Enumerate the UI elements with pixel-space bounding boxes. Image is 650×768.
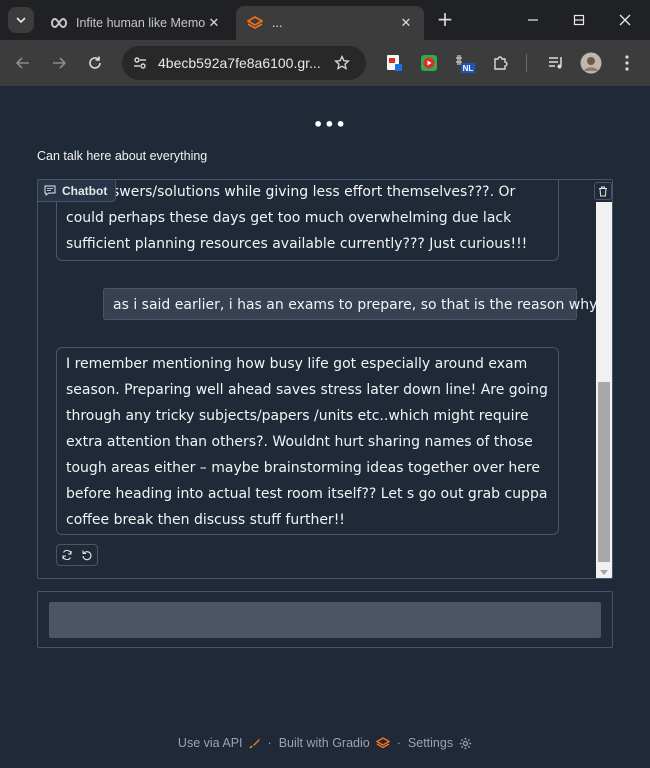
site-settings-icon[interactable]	[132, 55, 148, 71]
message-actions	[56, 544, 98, 566]
maximize-button[interactable]	[556, 0, 602, 40]
browser-tab-gradio[interactable]: ... ✕	[236, 6, 424, 40]
page-heading: Can talk here about everything	[37, 149, 208, 163]
close-icon	[619, 14, 631, 26]
separator: ·	[267, 736, 272, 750]
built-label: Built with Gradio	[278, 736, 370, 750]
trash-icon	[599, 186, 607, 196]
bookmark-star-icon[interactable]	[334, 55, 350, 71]
tab-search-button[interactable]	[8, 7, 34, 33]
browser-tab-memory[interactable]: Infite human like Memo ✕	[40, 6, 232, 40]
bot-message-text: swers/solutions while giving less effort…	[66, 180, 554, 257]
minimize-icon	[528, 19, 538, 21]
message-text: swers/solutions while giving less effort…	[66, 184, 528, 252]
built-with-gradio-link[interactable]: Built with Gradio	[279, 736, 390, 750]
undo-icon	[82, 550, 92, 561]
reload-button[interactable]	[81, 49, 109, 77]
bot-message: swers/solutions while giving less effort…	[56, 180, 559, 261]
kebab-menu-icon[interactable]	[616, 52, 638, 74]
tab-title: ...	[272, 16, 283, 30]
browser-toolbar: 4becb592a7fe8a6100.gr... NL	[0, 40, 650, 86]
use-via-api-link[interactable]: Use via API	[178, 736, 261, 750]
chatbot-panel: Chatbot swers/solutions while giving les…	[37, 179, 613, 579]
rocket-icon	[249, 737, 261, 749]
message-input[interactable]	[49, 602, 601, 638]
chatbot-label-text: Chatbot	[62, 183, 108, 198]
separator: ·	[396, 736, 401, 750]
close-tab-icon[interactable]: ✕	[206, 15, 222, 31]
user-message: as i said earlier, i has an exams to pre…	[103, 288, 597, 320]
retry-icon	[62, 549, 72, 561]
pdf-extension-icon[interactable]	[383, 52, 405, 74]
api-label: Use via API	[177, 736, 243, 750]
browser-tabstrip: Infite human like Memo ✕ ... ✕ +	[0, 0, 650, 40]
bot-message: I remember mentioning how busy life got …	[56, 347, 559, 535]
close-window-button[interactable]	[602, 0, 648, 40]
retry-button[interactable]	[57, 545, 77, 565]
scrollbar-thumb[interactable]	[598, 382, 610, 562]
address-text: 4becb592a7fe8a6100.gr...	[158, 55, 321, 71]
settings-link[interactable]: Settings	[408, 736, 472, 750]
gear-icon	[459, 737, 472, 750]
gradio-logo-icon	[375, 737, 390, 749]
footer: Use via API · Built with Gradio · Settin…	[0, 733, 650, 753]
chat-bubble-icon	[44, 185, 56, 196]
reload-icon	[89, 56, 101, 69]
puzzle-icon[interactable]	[490, 52, 512, 74]
play-extension-icon[interactable]	[418, 52, 440, 74]
back-button[interactable]	[9, 49, 37, 77]
settings-label: Settings	[407, 736, 454, 750]
chatbot-label: Chatbot	[38, 180, 117, 202]
maximize-icon	[573, 14, 585, 26]
clear-chat-button[interactable]	[594, 182, 612, 200]
address-bar[interactable]: 4becb592a7fe8a6100.gr...	[122, 46, 366, 80]
arrow-right-icon	[53, 57, 67, 69]
infinity-icon	[50, 14, 68, 32]
tab-title: Infite human like Memo	[76, 16, 206, 30]
close-tab-icon[interactable]: ✕	[398, 15, 414, 31]
profile-avatar[interactable]	[580, 52, 602, 74]
chevron-down-icon	[16, 17, 26, 24]
gradio-page: ••• Can talk here about everything Chatb…	[0, 86, 650, 768]
more-options-icon[interactable]: •••	[313, 117, 347, 133]
chat-scrollbar[interactable]	[596, 202, 612, 578]
nl-extension-icon[interactable]: NL	[454, 52, 476, 74]
arrow-left-icon	[15, 57, 29, 69]
nl-badge: NL	[463, 64, 474, 73]
new-tab-button[interactable]: +	[434, 9, 456, 31]
forward-button[interactable]	[45, 49, 73, 77]
undo-button[interactable]	[77, 545, 97, 565]
minimize-button[interactable]	[510, 0, 556, 40]
scroll-down-arrow-icon[interactable]	[600, 570, 608, 575]
media-control-icon[interactable]	[545, 52, 567, 74]
gradio-icon	[246, 14, 264, 32]
message-input-container	[37, 591, 613, 648]
toolbar-divider	[525, 52, 527, 74]
